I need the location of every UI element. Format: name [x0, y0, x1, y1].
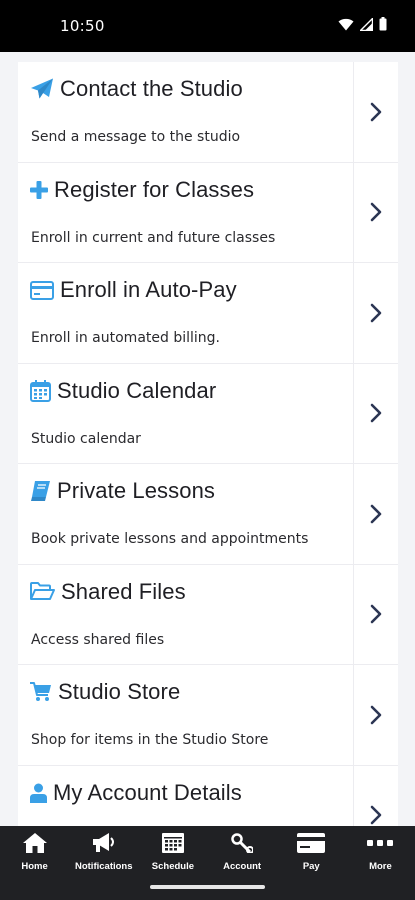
chevron-right-icon[interactable]	[354, 565, 398, 665]
chevron-right-icon[interactable]	[354, 766, 398, 827]
menu-item-description: Enroll in current and future classes	[31, 229, 276, 246]
pay-icon	[297, 833, 326, 858]
menu-item-description: Studio calendar	[31, 430, 141, 447]
nav-item-more[interactable]: More	[346, 826, 415, 876]
chevron-right-icon[interactable]	[354, 163, 398, 263]
home-indicator[interactable]	[150, 885, 265, 889]
menu-item-text-area[interactable]: Register for Classes Enroll in current a…	[18, 162, 354, 262]
nav-label: Pay	[302, 861, 320, 872]
battery-icon	[379, 17, 387, 31]
menu-item-text-area[interactable]: Enroll in Auto-Pay Enroll in automated b…	[18, 263, 354, 363]
bottom-nav: Home Notifications Schedule Account Pay …	[0, 826, 415, 876]
home-icon	[22, 833, 47, 858]
menu-item-text-area[interactable]: Studio Calendar Studio calendar	[18, 363, 354, 463]
chevron-right-icon[interactable]	[354, 364, 398, 464]
menu-item-private-lessons[interactable]: Private Lessons Book private lessons and…	[18, 464, 398, 565]
more-icon	[366, 833, 394, 858]
menu-item-text-area[interactable]: Studio Store Shop for items in the Studi…	[18, 665, 354, 765]
menu-item-description: Book private lessons and appointments	[31, 531, 309, 547]
menu-item-title: Shared Files	[61, 578, 186, 604]
calendar-icon	[30, 379, 51, 403]
chevron-right-icon[interactable]	[354, 665, 398, 765]
nav-label: Account	[223, 861, 262, 872]
wifi-icon	[338, 18, 354, 31]
folder-open-icon	[30, 580, 55, 604]
schedule-icon	[161, 833, 184, 858]
gesture-bar-area	[0, 876, 415, 900]
menu-item-shared-files[interactable]: Shared Files Access shared files	[18, 564, 398, 665]
send-icon	[30, 77, 54, 101]
nav-label: More	[369, 861, 392, 872]
menu-item-contact-studio[interactable]: Contact the Studio Send a message to the…	[18, 62, 398, 163]
chevron-right-icon[interactable]	[354, 464, 398, 564]
menu-item-text-area[interactable]: Contact the Studio Send a message to the…	[18, 62, 354, 162]
nav-label: Home	[21, 861, 48, 872]
nav-item-pay[interactable]: Pay	[277, 826, 346, 876]
nav-label: Notifications	[74, 861, 133, 872]
chevron-right-icon[interactable]	[354, 62, 398, 162]
menu-item-title: Studio Calendar	[57, 377, 217, 403]
menu-item-text-area[interactable]: My Account Details	[18, 765, 354, 826]
status-time: 10:50	[60, 17, 105, 35]
menu-item-description: Shop for items in the Studio Store	[31, 732, 269, 748]
credit-card-icon	[30, 278, 54, 302]
status-bar: 10:50	[0, 0, 415, 52]
status-icons	[338, 17, 387, 31]
plus-icon	[30, 178, 48, 202]
menu-item-title: Studio Store	[58, 679, 181, 704]
nav-item-notifications[interactable]: Notifications	[69, 826, 138, 876]
menu-item-studio-calendar[interactable]: Studio Calendar Studio calendar	[18, 363, 398, 464]
book-icon	[30, 479, 51, 503]
megaphone-icon	[91, 833, 117, 858]
signal-icon	[360, 17, 373, 31]
menu-item-title: My Account Details	[53, 779, 242, 805]
cart-icon	[30, 680, 52, 704]
menu-item-description: Send a message to the studio	[31, 129, 241, 145]
menu-list: Contact the Studio Send a message to the…	[18, 62, 398, 826]
menu-item-studio-store[interactable]: Studio Store Shop for items in the Studi…	[18, 665, 398, 766]
nav-item-schedule[interactable]: Schedule	[138, 826, 207, 876]
menu-item-title: Enroll in Auto-Pay	[60, 277, 237, 302]
menu-item-text-area[interactable]: Private Lessons Book private lessons and…	[18, 464, 354, 564]
menu-item-register-classes[interactable]: Register for Classes Enroll in current a…	[18, 162, 398, 263]
menu-item-description: Enroll in automated billing.	[31, 330, 220, 346]
menu-item-account-details[interactable]: My Account Details	[18, 765, 398, 827]
nav-item-home[interactable]: Home	[0, 826, 69, 876]
menu-item-title: Contact the Studio	[60, 76, 243, 101]
menu-item-text-area[interactable]: Shared Files Access shared files	[18, 564, 354, 664]
menu-item-title: Private Lessons	[57, 478, 216, 503]
chevron-right-icon[interactable]	[354, 263, 398, 363]
nav-label: Schedule	[151, 861, 195, 872]
menu-item-description: Access shared files	[31, 631, 165, 648]
account-icon	[231, 833, 255, 858]
nav-item-account[interactable]: Account	[208, 826, 277, 876]
user-icon	[30, 781, 47, 805]
menu-item-title: Register for Classes	[54, 176, 255, 202]
menu-item-auto-pay[interactable]: Enroll in Auto-Pay Enroll in automated b…	[18, 263, 398, 364]
